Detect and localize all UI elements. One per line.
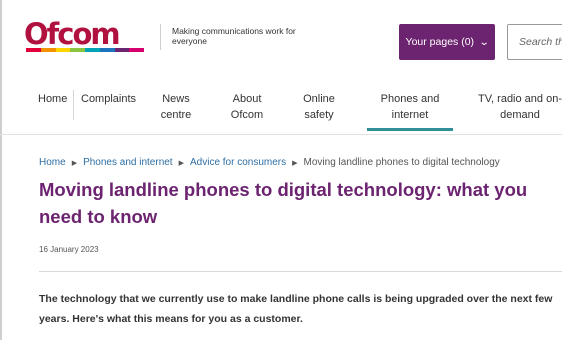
publish-date: 16 January 2023 [39, 245, 99, 254]
your-pages-label: Your pages (0) [405, 36, 475, 48]
nav-item-online-safety[interactable]: Online safety [290, 91, 348, 123]
content-divider [39, 271, 562, 272]
nav-item-home[interactable]: Home [38, 91, 67, 107]
chevron-right-icon: ▶ [292, 159, 298, 167]
window-left-edge [0, 0, 2, 340]
ofcom-logo[interactable]: Ofcom [24, 17, 146, 52]
search-input[interactable]: Search this site [507, 24, 562, 60]
intro-paragraph: The technology that we currently use to … [39, 293, 553, 325]
nav-item-tv-radio[interactable]: TV, radio and on- demand [460, 91, 562, 123]
main-nav: Home Complaints News centre About Ofcom … [0, 85, 562, 135]
chevron-right-icon: ▶ [178, 159, 184, 167]
breadcrumb-home[interactable]: Home [39, 157, 66, 168]
breadcrumb-advice-for-consumers[interactable]: Advice for consumers [190, 157, 286, 168]
page-title: Moving landline phones to digital techno… [39, 179, 528, 227]
breadcrumb-current: Moving landline phones to digital techno… [303, 157, 500, 168]
nav-item-about-ofcom[interactable]: About Ofcom [218, 91, 276, 123]
your-pages-button[interactable]: Your pages (0) ⌄ [399, 24, 495, 60]
breadcrumb: Home ▶ Phones and internet ▶ Advice for … [39, 157, 500, 168]
nav-active-indicator [367, 128, 453, 131]
logo-color-stripe [26, 48, 144, 52]
logo-text: Ofcom [24, 17, 121, 51]
chevron-down-icon: ⌄ [478, 36, 490, 48]
nav-item-phones-and-internet[interactable]: Phones and internet [367, 91, 453, 123]
nav-divider [0, 134, 562, 135]
tagline-divider [160, 24, 161, 50]
nav-separator [73, 90, 74, 120]
search-placeholder: Search this site [519, 36, 562, 48]
nav-item-complaints[interactable]: Complaints [81, 91, 136, 107]
tagline: Making communications work for everyone [172, 26, 296, 46]
nav-item-news-centre[interactable]: News centre [148, 91, 204, 123]
chevron-right-icon: ▶ [71, 159, 78, 167]
breadcrumb-phones-and-internet[interactable]: Phones and internet [83, 157, 173, 168]
